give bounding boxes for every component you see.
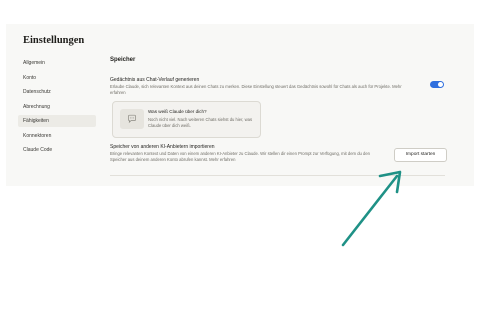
annotation-arrow-icon <box>341 170 402 247</box>
